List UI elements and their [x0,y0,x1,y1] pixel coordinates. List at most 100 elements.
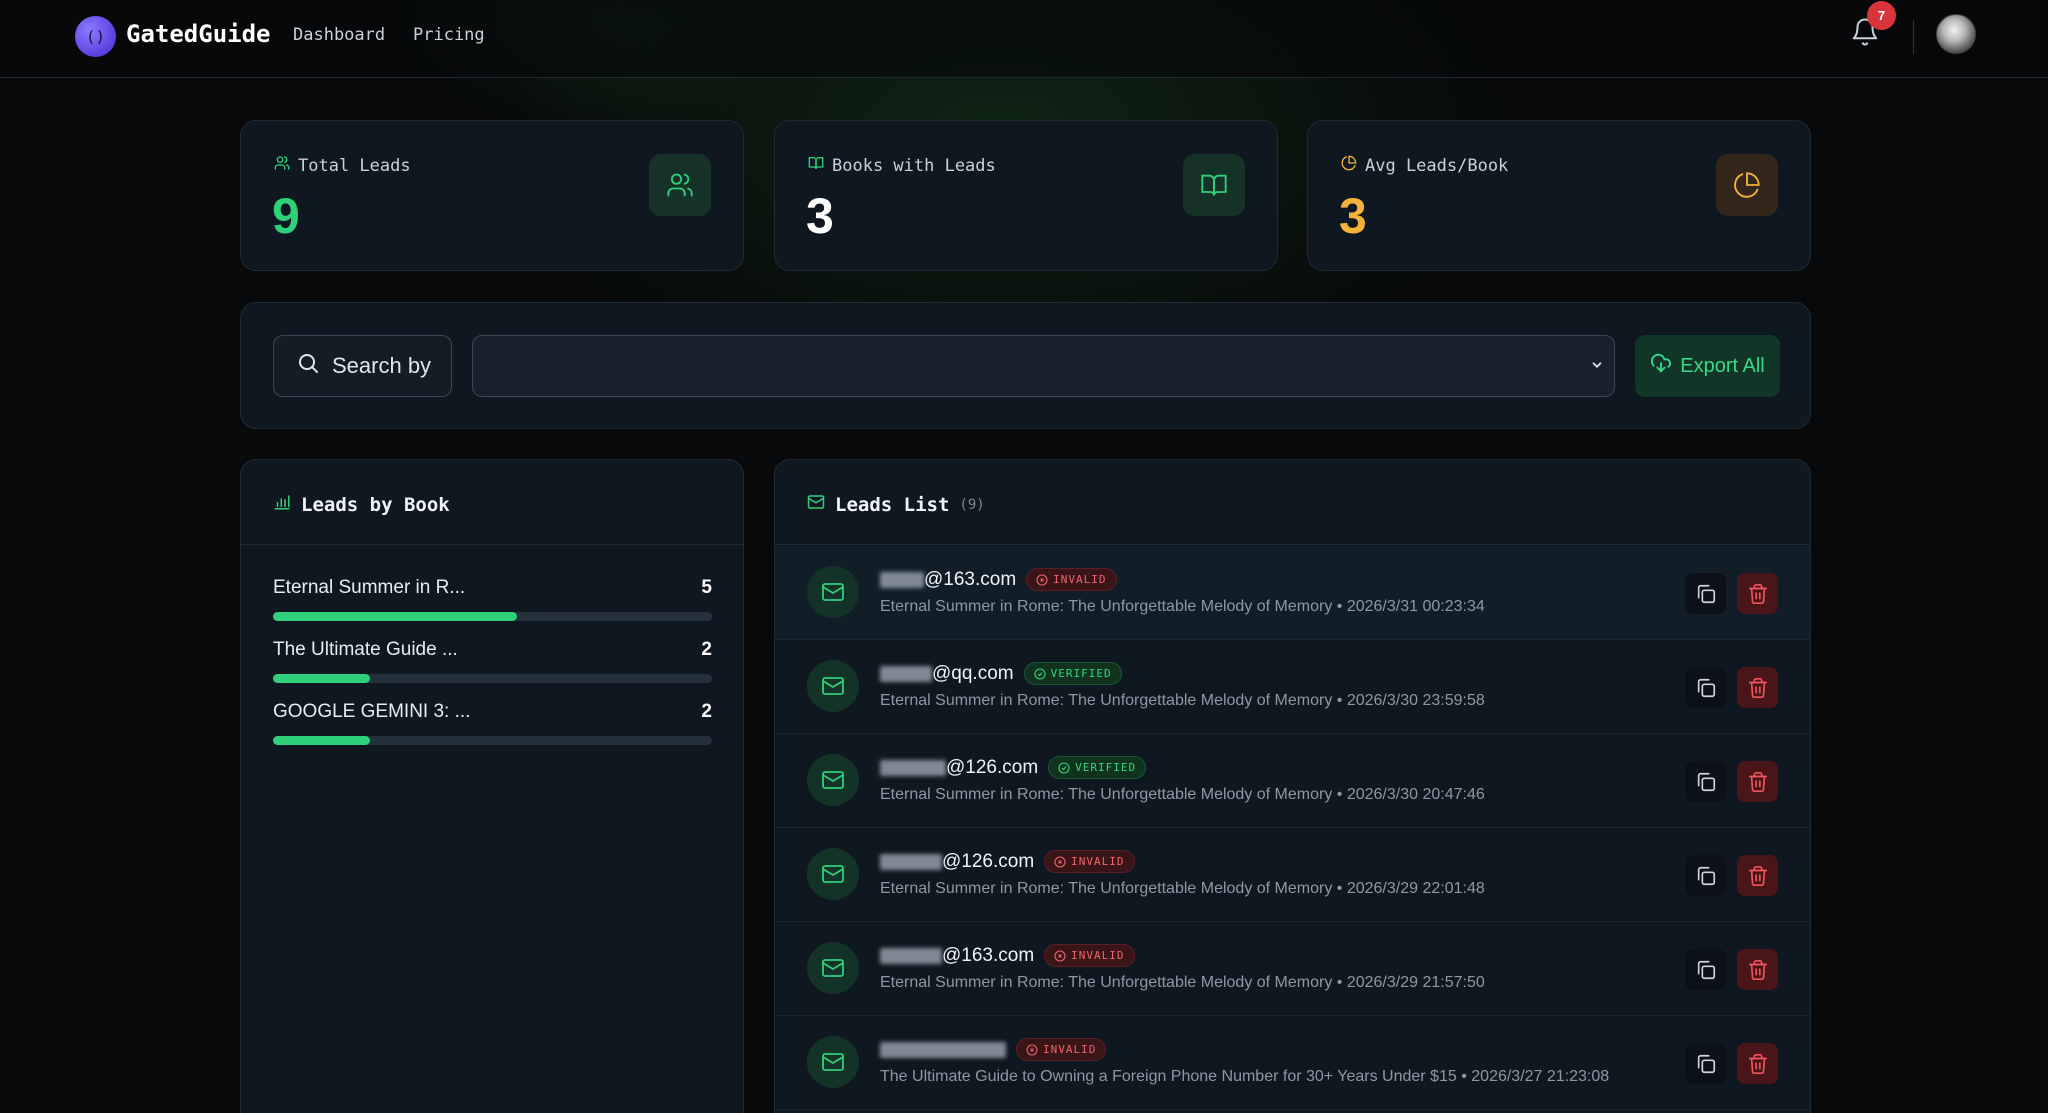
progress-fill [273,736,371,745]
delete-button[interactable] [1737,761,1778,802]
check-circle-icon [1034,667,1046,680]
mail-icon [807,848,859,900]
lead-email[interactable]: @163.com [880,569,1016,591]
lead-meta: Eternal Summer in Rome: The Unforgettabl… [880,974,1485,991]
masked-email-prefix [880,947,942,964]
book-row: GOOGLE GEMINI 3: ... 2 [273,701,712,745]
chevron-down-icon [1590,358,1604,377]
lead-email[interactable]: @qq.com [880,663,1014,685]
leads-list-panel: Leads List (9) @163.com INVALID Eternal Su… [774,459,1811,1113]
mail-icon [807,493,825,516]
top-nav-bar: () GatedGuide Dashboard Pricing 7 [0,0,2048,78]
email-domain: @163.com [924,568,1017,590]
copy-icon [1695,771,1717,793]
masked-email-prefix [880,665,932,682]
progress-fill [273,612,518,621]
lead-row[interactable]: @163.com INVALID Eternal Summer in Rome: T… [775,922,1810,1016]
stat-card-avg-leads-per-book: Avg Leads/Book 3 [1307,120,1811,271]
lead-email[interactable]: @163.com [880,945,1034,967]
lead-email[interactable]: @126.com [880,851,1034,873]
export-all-label: Export All [1680,354,1765,377]
status-text: INVALID [1071,855,1125,868]
copy-icon [1695,677,1717,699]
header-divider [1913,20,1914,54]
progress-fill [273,674,371,683]
lead-row[interactable]: @126.com INVALID Eternal Summer in Rome: T… [775,828,1810,922]
copy-button[interactable] [1685,949,1726,990]
status-text: INVALID [1053,573,1107,586]
app-logo[interactable]: () [75,16,116,57]
lead-meta: The Ultimate Guide to Owning a Foreign P… [880,1068,1610,1085]
progress-track [273,612,712,621]
search-by-label: Search by [332,353,432,378]
stat-label: Total Leads [298,155,411,176]
users-icon [649,154,711,216]
trash-icon [1747,583,1769,605]
mail-icon [807,1036,859,1088]
copy-icon [1695,583,1717,605]
progress-track [273,674,712,683]
brand-name[interactable]: GatedGuide [126,20,271,48]
export-all-button[interactable]: Export All [1635,335,1780,397]
delete-button[interactable] [1737,573,1778,614]
copy-button[interactable] [1685,1043,1726,1084]
notification-count-badge: 7 [1867,1,1896,30]
lead-row[interactable]: @163.com INVALID Eternal Summer in Rome: T… [775,546,1810,640]
stat-value: 3 [1339,188,1367,244]
mail-icon [807,942,859,994]
lead-row[interactable]: INVALID The Ultimate Guide to Owning a Fo… [775,1016,1810,1110]
stat-card-total-leads: Total Leads 9 [240,120,744,271]
book-icon [1183,154,1245,216]
copy-button[interactable] [1685,761,1726,802]
copy-button[interactable] [1685,573,1726,614]
book-lead-count: 5 [701,577,712,598]
copy-button[interactable] [1685,855,1726,896]
search-by-button[interactable]: Search by [273,335,452,397]
delete-button[interactable] [1737,949,1778,990]
book-lead-count: 2 [701,639,712,660]
stat-value: 9 [272,188,300,244]
lead-email[interactable]: @126.com [880,757,1038,779]
delete-button[interactable] [1737,1043,1778,1084]
trash-icon [1747,1053,1769,1075]
lead-row[interactable]: @qq.com VERIFIED Eternal Summer in Rome: T… [775,640,1810,734]
bar-chart-icon [273,493,291,516]
copy-icon [1695,959,1717,981]
lead-email[interactable] [880,1041,1006,1058]
copy-icon [1695,1053,1717,1075]
progress-track [273,736,712,745]
trash-icon [1747,677,1769,699]
stat-label: Avg Leads/Book [1365,155,1509,176]
search-icon [296,351,320,381]
filter-bar: Search by Export All [240,302,1811,429]
nav-dashboard-link[interactable]: Dashboard [293,25,385,45]
user-avatar[interactable] [1936,14,1976,54]
lead-meta: Eternal Summer in Rome: The Unforgettabl… [880,692,1485,709]
book-name: GOOGLE GEMINI 3: ... [273,701,471,722]
nav-pricing-link[interactable]: Pricing [413,25,485,45]
x-circle-icon [1054,855,1066,868]
stat-card-books-with-leads: Books with Leads 3 [774,120,1278,271]
status-text: VERIFIED [1050,667,1112,680]
email-domain: @126.com [942,850,1035,872]
pie-chart-icon [1341,155,1357,176]
book-name: Eternal Summer in R... [273,577,466,598]
mail-icon [807,660,859,712]
lead-meta: Eternal Summer in Rome: The Unforgettabl… [880,880,1485,897]
book-lead-count: 2 [701,701,712,722]
stat-label: Books with Leads [832,155,996,176]
mail-icon [807,566,859,618]
panel-title: Leads List [835,493,950,516]
email-domain: @126.com [946,756,1039,778]
copy-button[interactable] [1685,667,1726,708]
email-domain: @163.com [942,944,1035,966]
delete-button[interactable] [1737,855,1778,896]
trash-icon [1747,771,1769,793]
lead-row[interactable]: @126.com VERIFIED Eternal Summer in Rome: … [775,734,1810,828]
trash-icon [1747,865,1769,887]
status-badge: VERIFIED [1023,662,1122,685]
leads-count: (9) [959,496,985,513]
book-filter-select[interactable] [472,335,1615,397]
delete-button[interactable] [1737,667,1778,708]
email-domain: @qq.com [932,662,1014,684]
